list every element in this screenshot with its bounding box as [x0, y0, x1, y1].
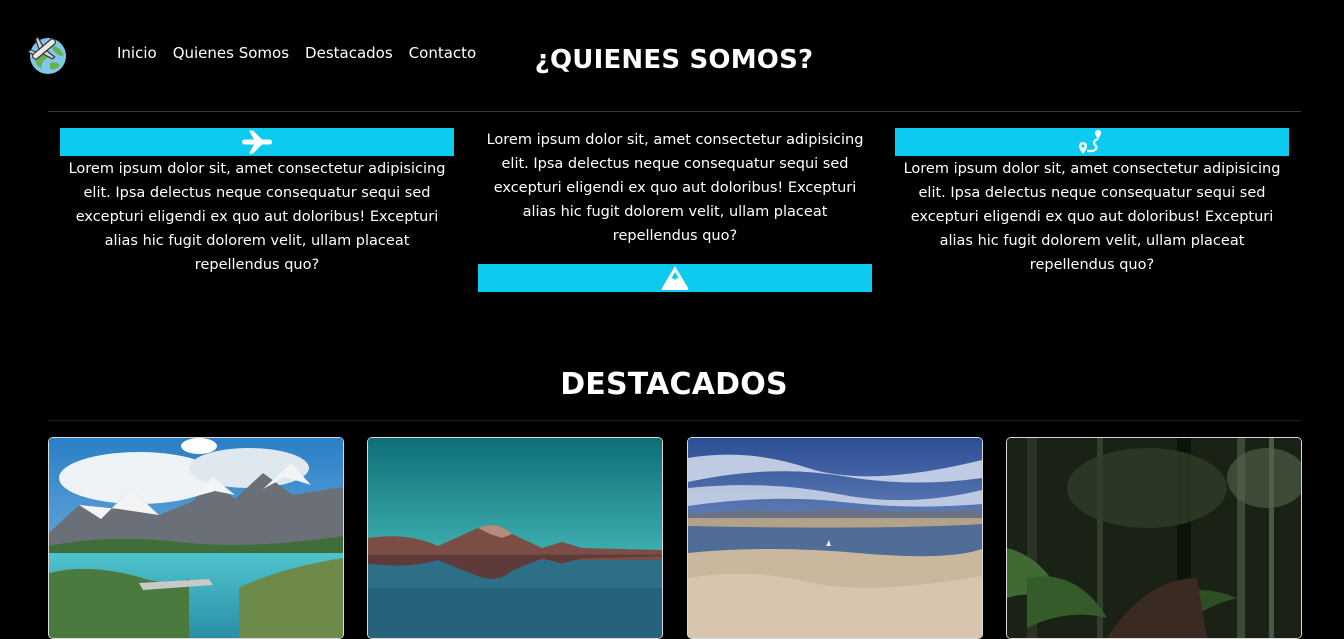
- about-text-3: Lorem ipsum dolor sit, amet consectetur …: [903, 161, 1281, 273]
- featured-title: DESTACADOS: [560, 367, 788, 402]
- about-divider: [48, 111, 1301, 112]
- about-text-2: Lorem ipsum dolor sit, amet consectetur …: [486, 132, 864, 244]
- featured-card-3[interactable]: [687, 437, 983, 639]
- about-text-1: Lorem ipsum dolor sit, amet consectetur …: [68, 161, 446, 273]
- mountain-icon: [661, 266, 689, 290]
- patagonia-lake-mountains-image: [49, 438, 343, 638]
- about-icon-bar-1: [60, 128, 454, 156]
- about-icon-bar-3: [895, 128, 1289, 156]
- about-title: ¿QUIENES SOMOS?: [534, 45, 814, 75]
- salt-flat-lagoon-clouds-image: [688, 438, 982, 638]
- about-column-2: Lorem ipsum dolor sit, amet consectetur …: [478, 128, 872, 292]
- about-column-1: Lorem ipsum dolor sit, amet consectetur …: [60, 128, 454, 277]
- featured-divider: [48, 420, 1301, 421]
- featured-card-1[interactable]: [48, 437, 344, 639]
- route-icon: [1079, 130, 1101, 154]
- featured-card-4[interactable]: [1006, 437, 1302, 639]
- about-icon-bar-2: [478, 264, 872, 292]
- featured-card-2[interactable]: [367, 437, 663, 639]
- volcano-reflection-teal-sky-image: [368, 438, 662, 638]
- airplane-icon: [242, 130, 272, 154]
- about-column-3: Lorem ipsum dolor sit, amet consectetur …: [895, 128, 1289, 277]
- dark-fern-forest-image: [1007, 438, 1301, 638]
